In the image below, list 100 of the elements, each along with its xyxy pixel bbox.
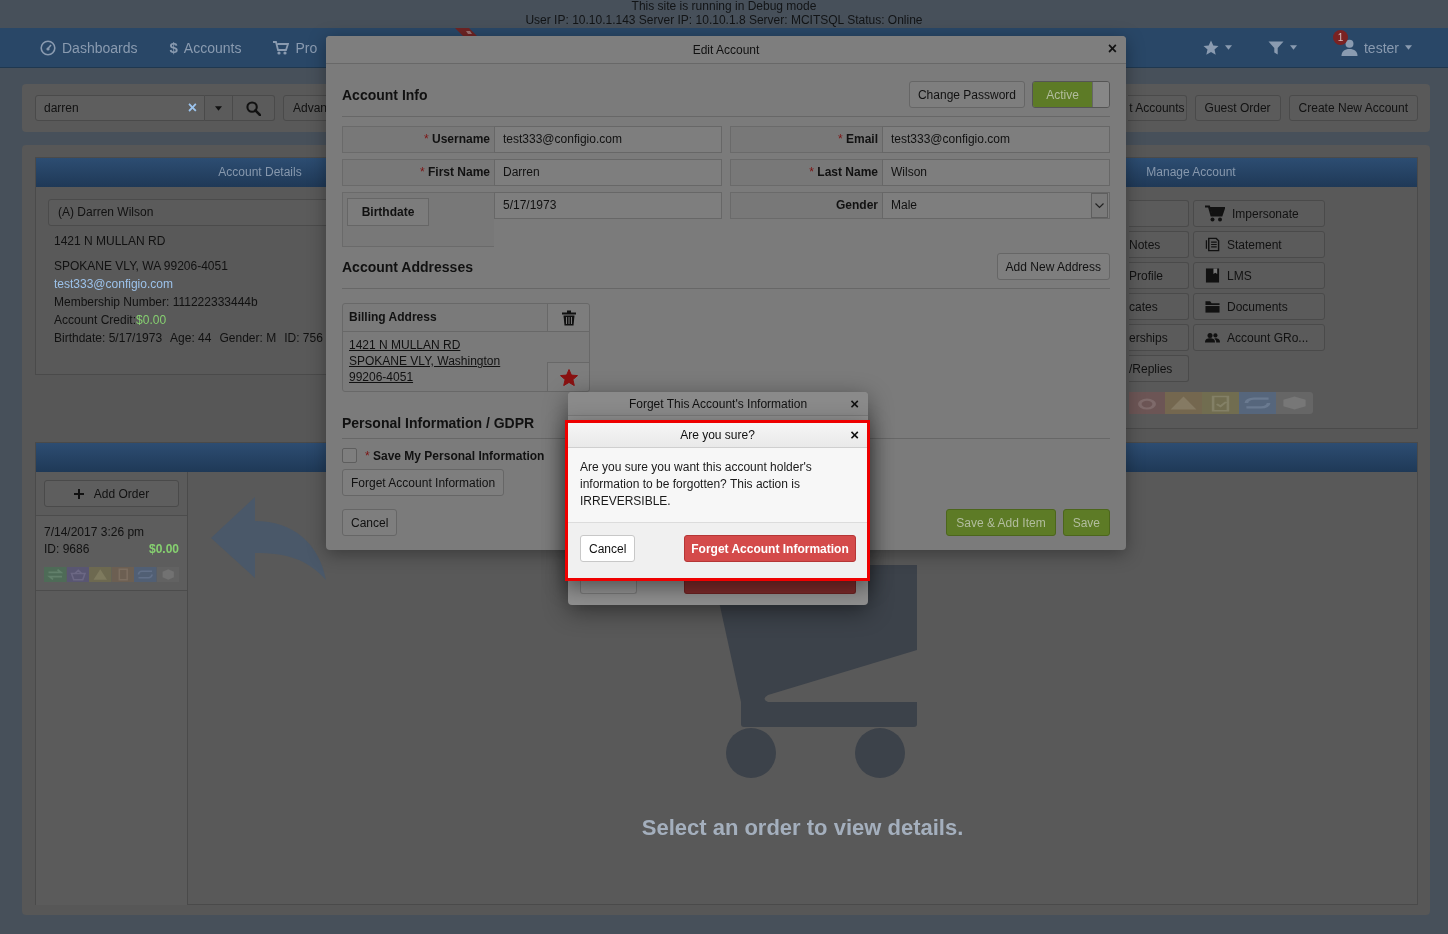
caret-icon [1290, 45, 1297, 50]
add-order-button[interactable]: Add Order [44, 480, 179, 507]
email-link[interactable]: test333@configio.com [54, 277, 173, 291]
account-action-button[interactable]: Notes [1129, 231, 1189, 258]
account-fact: Gender: M [219, 330, 277, 347]
account-action-button[interactable]: Statement [1193, 231, 1325, 258]
field-label: * First Name [342, 159, 494, 186]
checkbox[interactable] [342, 448, 357, 463]
account-action-button[interactable]: cates [1129, 293, 1189, 320]
clipboard-icon[interactable] [1202, 392, 1239, 414]
warning-icon[interactable] [1165, 392, 1202, 414]
forget-account-button[interactable]: Forget Account Information [342, 469, 505, 496]
toolbar-button[interactable]: Guest Order [1194, 95, 1281, 121]
address-text: SPOKANE VLY, WA 99206-4051 [54, 258, 228, 275]
address-text: 1421 N MULLAN RD [54, 233, 166, 250]
address-card-title: Billing Address [348, 309, 438, 326]
save-button[interactable]: Save & Add Item [946, 509, 1056, 536]
user-icon [1341, 39, 1358, 56]
notification-badge: 1 [1333, 30, 1348, 45]
cancel-button[interactable]: Cancel [580, 535, 636, 562]
cancel-button[interactable]: Cancel [342, 509, 398, 536]
close-button[interactable]: × [1105, 41, 1119, 57]
basket-icon[interactable] [66, 567, 89, 582]
account-action-button[interactable]: Impersonate [1193, 200, 1325, 227]
close-button[interactable]: × [848, 427, 861, 442]
close-button[interactable]: × [848, 396, 861, 411]
favorites-button[interactable] [1203, 39, 1232, 56]
text-field[interactable]: test333@configio.com [494, 126, 722, 153]
credit-label: Account Credit: [54, 313, 137, 327]
toolbar-button[interactable]: Create New Account [1288, 95, 1418, 121]
text-field[interactable]: Darren [494, 159, 722, 186]
clipboard-icon[interactable] [111, 567, 134, 582]
document-icon [1205, 237, 1220, 252]
dropdown-button[interactable] [205, 95, 233, 121]
account-fact: ID: 756 [284, 330, 323, 347]
empty-state-message: Select an order to view details. [640, 815, 965, 841]
default-address-button[interactable] [547, 362, 589, 391]
checkbox-label: * Save My Personal Information [365, 448, 545, 463]
field-label: Gender [730, 192, 882, 219]
account-action-button[interactable]: Profile [1129, 262, 1189, 289]
select-field[interactable]: Male [882, 192, 1110, 219]
forget-account-button[interactable] [684, 581, 856, 594]
filter-button[interactable] [1268, 39, 1297, 56]
cart-icon [273, 39, 290, 56]
caret-icon [215, 105, 222, 111]
cancel-button[interactable] [580, 581, 637, 594]
order-total: $0.00 [148, 541, 179, 558]
warning-icon[interactable] [89, 567, 112, 582]
dialog-title: Are you sure? [680, 428, 755, 442]
folder-icon [1205, 299, 1220, 314]
repeat-icon[interactable] [134, 567, 157, 582]
users-icon [1205, 330, 1220, 345]
search-field[interactable]: darren × [35, 95, 205, 121]
clear-button[interactable]: × [180, 98, 204, 118]
swap-icon[interactable] [44, 567, 67, 582]
debug-text: This site is running in Debug mode [630, 0, 818, 13]
forget-account-button[interactable]: Forget Account Information [684, 535, 856, 562]
dialog-title: Forget This Account's Information [628, 396, 808, 411]
address-link[interactable]: 1421 N MULLAN RD SPOKANE VLY, Washington 99206-4051 [343, 332, 547, 391]
status-toggle[interactable]: Active [1032, 81, 1110, 108]
text-field[interactable]: Wilson [882, 159, 1110, 186]
nav-link[interactable]: Dashboards [40, 39, 138, 56]
filter-icon [1268, 39, 1284, 56]
account-action-button[interactable]: /Replies [1129, 355, 1189, 382]
panel-title: Account Details [218, 165, 302, 179]
order-date: 7/14/2017 3:26 pm [44, 524, 146, 541]
account-action-button[interactable]: Documents [1193, 293, 1325, 320]
account-action-button[interactable] [1129, 200, 1189, 227]
caret-icon [1091, 193, 1108, 218]
plus-icon [73, 488, 84, 499]
section-heading: Personal Information / GDPR [342, 414, 536, 432]
date-picker-button[interactable]: Birthdate [347, 198, 429, 226]
credit-value: $0.00 [136, 313, 167, 327]
debug-text: User IP: 10.10.1.143 Server IP: 10.10.1.8 Server: MCITSQL Status: Online [524, 13, 924, 27]
account-action-button[interactable]: Account GRo... [1193, 324, 1325, 351]
order-id: ID: 9686 [44, 541, 90, 558]
caret-icon [1225, 45, 1232, 50]
repeat-icon[interactable] [1239, 392, 1276, 414]
add-address-button[interactable]: Add New Address [996, 253, 1110, 280]
date-field[interactable]: 5/17/1973 [494, 192, 722, 219]
account-action-button[interactable]: LMS [1193, 262, 1325, 289]
box-icon[interactable] [1276, 392, 1313, 414]
book-icon [1205, 268, 1220, 283]
dialog-title: Edit Account [692, 42, 760, 57]
toolbar-button[interactable]: t Accounts [1128, 95, 1187, 121]
field-label: * Last Name [730, 159, 882, 186]
star-icon [1203, 39, 1219, 56]
text-field[interactable]: test333@configio.com [882, 126, 1110, 153]
nav-link[interactable]: Pro [273, 39, 318, 56]
panel-title: Manage Account [1146, 165, 1236, 179]
confirm-message: Are you sure you want this account holder's information to be forgotten? This action is IRREVERSIBLE. [579, 459, 813, 510]
search-icon [246, 100, 261, 116]
save-button[interactable]: Save [1062, 509, 1110, 536]
account-action-button[interactable]: erships [1129, 324, 1189, 351]
nav-link[interactable]: $ Accounts [169, 39, 242, 56]
field-label: * Email [730, 126, 882, 153]
search-button[interactable] [233, 95, 275, 121]
delete-button[interactable] [547, 304, 589, 331]
account-fact: Birthdate: 5/17/1973 [54, 330, 163, 347]
change-password-button[interactable]: Change Password [908, 81, 1025, 108]
